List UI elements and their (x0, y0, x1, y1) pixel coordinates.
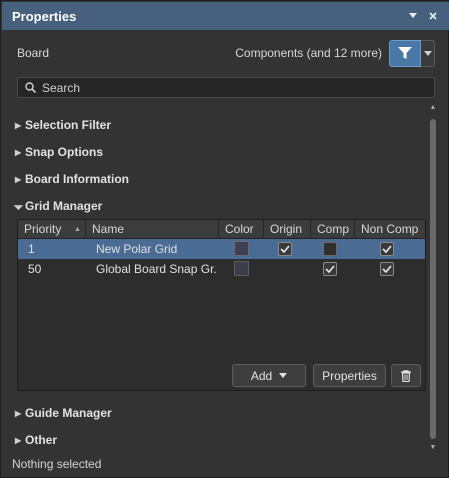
priority-cell: 1 (28, 242, 35, 256)
name-cell: Global Board Snap Gr... (96, 262, 216, 276)
scroll-down-icon[interactable]: ▼ (429, 444, 437, 452)
table-header: Priority ▲ Name Color Origin Comp Non Co… (18, 220, 425, 239)
color-swatch[interactable] (234, 241, 249, 256)
section-grid-manager[interactable]: ◢ Grid Manager (13, 197, 103, 215)
section-label: Selection Filter (25, 118, 112, 132)
table-row[interactable]: 50 Global Board Snap Gr... (18, 259, 425, 279)
column-header-priority[interactable]: Priority ▲ (18, 220, 86, 239)
section-label: Grid Manager (25, 199, 103, 213)
comp-checkbox[interactable] (323, 262, 337, 276)
expand-arrow-icon: ▶ (15, 435, 22, 445)
column-header-non-comp[interactable]: Non Comp (355, 220, 425, 239)
object-type-label: Board (17, 46, 50, 60)
column-header-name[interactable]: Name (86, 220, 219, 239)
table-row[interactable]: 1 New Polar Grid (18, 239, 425, 259)
sort-ascending-icon: ▲ (74, 226, 81, 233)
column-header-comp[interactable]: Comp (311, 220, 355, 239)
expand-arrow-icon: ▶ (15, 120, 22, 130)
add-button[interactable]: Add (232, 364, 306, 387)
section-guide-manager[interactable]: ▶ Guide Manager (15, 404, 112, 422)
vertical-scrollbar[interactable]: ▲ ▼ (429, 104, 437, 459)
close-icon[interactable] (425, 8, 441, 24)
checkmark-icon (280, 245, 290, 253)
search-input[interactable] (42, 80, 422, 95)
object-filter-row: Board Components (and 12 more) (17, 39, 435, 67)
filter-summary-label: Components (and 12 more) (235, 46, 382, 60)
section-label: Guide Manager (25, 406, 112, 420)
scroll-up-icon[interactable]: ▲ (429, 104, 437, 112)
section-snap-options[interactable]: ▶ Snap Options (15, 143, 103, 161)
priority-cell: 50 (28, 262, 42, 276)
expand-arrow-icon: ▶ (15, 147, 22, 157)
origin-checkbox[interactable] (278, 242, 292, 256)
dropdown-arrow-icon[interactable] (405, 8, 421, 24)
non-comp-checkbox[interactable] (380, 242, 394, 256)
filter-icon (398, 46, 412, 59)
grid-manager-table: Priority ▲ Name Color Origin Comp Non Co… (17, 219, 426, 391)
name-cell: New Polar Grid (96, 242, 178, 256)
checkmark-icon (325, 265, 335, 273)
delete-button[interactable] (391, 364, 421, 387)
trash-icon (401, 369, 411, 382)
properties-panel: Properties Board Components (and 12 more… (0, 0, 449, 478)
search-icon (18, 82, 42, 93)
section-board-information[interactable]: ▶ Board Information (15, 170, 129, 188)
search-box[interactable] (17, 77, 435, 98)
panel-titlebar: Properties (2, 2, 449, 30)
chevron-down-icon (423, 50, 432, 56)
color-swatch[interactable] (234, 261, 249, 276)
scrollbar-thumb[interactable] (430, 119, 436, 439)
section-label: Other (25, 433, 58, 447)
comp-checkbox[interactable] (323, 242, 337, 256)
column-header-color[interactable]: Color (219, 220, 264, 239)
checkmark-icon (382, 265, 392, 273)
status-text: Nothing selected (12, 457, 102, 471)
section-other[interactable]: ▶ Other (15, 431, 57, 449)
section-label: Snap Options (25, 145, 103, 159)
expand-arrow-icon: ▶ (15, 408, 22, 418)
chevron-down-icon (279, 373, 288, 378)
expand-arrow-icon: ▶ (15, 174, 22, 184)
properties-button[interactable]: Properties (313, 364, 386, 387)
filter-button[interactable] (389, 39, 421, 67)
section-label: Board Information (25, 172, 129, 186)
filter-dropdown-button[interactable] (421, 39, 435, 67)
panel-title: Properties (12, 8, 77, 24)
non-comp-checkbox[interactable] (380, 262, 394, 276)
checkmark-icon (382, 245, 392, 253)
column-header-origin[interactable]: Origin (264, 220, 311, 239)
section-selection-filter[interactable]: ▶ Selection Filter (15, 116, 111, 134)
